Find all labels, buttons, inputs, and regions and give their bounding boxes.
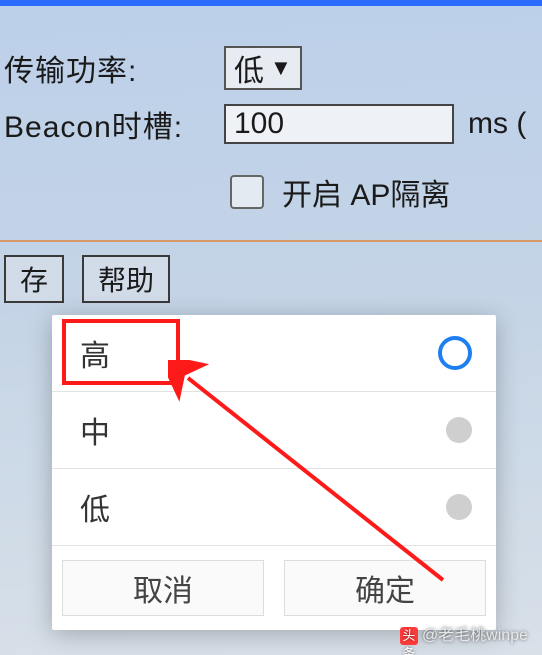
ap-isolation-checkbox[interactable] xyxy=(230,175,264,209)
ap-isolation-label: 开启 AP隔离 xyxy=(282,170,450,214)
save-button-label: 存 xyxy=(20,259,48,299)
dropdown-triangle-icon: ▼ xyxy=(270,55,292,81)
action-buttons: 存 帮助 xyxy=(0,255,170,303)
radio-unselected-icon xyxy=(446,417,472,443)
help-button-label: 帮助 xyxy=(98,259,154,299)
option-medium[interactable]: 中 xyxy=(52,392,496,469)
cancel-button-label: 取消 xyxy=(133,566,193,610)
save-button[interactable]: 存 xyxy=(4,255,64,303)
option-high-label: 高 xyxy=(80,331,110,375)
tx-power-dropdown[interactable]: 低 ▼ xyxy=(224,46,302,90)
window-top-bar xyxy=(0,0,542,6)
divider xyxy=(0,240,542,242)
tx-power-label: 传输功率: xyxy=(0,46,224,90)
option-low-label: 低 xyxy=(80,485,110,529)
option-popup: 高 中 低 取消 确定 xyxy=(52,315,496,630)
beacon-label: Beacon时槽: xyxy=(0,102,224,146)
option-medium-label: 中 xyxy=(80,408,110,452)
watermark-logo-icon: 头条 xyxy=(400,627,418,645)
tx-power-value: 低 xyxy=(234,46,264,90)
watermark: 头条@老毛桃winpe xyxy=(400,621,528,645)
row-beacon: Beacon时槽: ms ( xyxy=(0,96,542,152)
watermark-text: @老毛桃winpe xyxy=(422,627,528,644)
page-root: 传输功率: 低 ▼ Beacon时槽: ms ( 开启 AP隔离 存 帮助 高 … xyxy=(0,0,542,655)
radio-unselected-icon xyxy=(446,494,472,520)
settings-form: 传输功率: 低 ▼ Beacon时槽: ms ( 开启 AP隔离 xyxy=(0,40,542,214)
option-low[interactable]: 低 xyxy=(52,469,496,546)
beacon-input[interactable] xyxy=(224,104,454,144)
radio-selected-icon xyxy=(438,336,472,370)
cancel-button[interactable]: 取消 xyxy=(62,560,264,616)
confirm-button[interactable]: 确定 xyxy=(284,560,486,616)
row-ap-isolation: 开启 AP隔离 xyxy=(0,170,542,214)
option-high[interactable]: 高 xyxy=(52,315,496,392)
confirm-button-label: 确定 xyxy=(355,566,415,610)
popup-button-row: 取消 确定 xyxy=(52,546,496,630)
row-tx-power: 传输功率: 低 ▼ xyxy=(0,40,542,96)
beacon-unit: ms ( xyxy=(468,107,526,141)
help-button[interactable]: 帮助 xyxy=(82,255,170,303)
